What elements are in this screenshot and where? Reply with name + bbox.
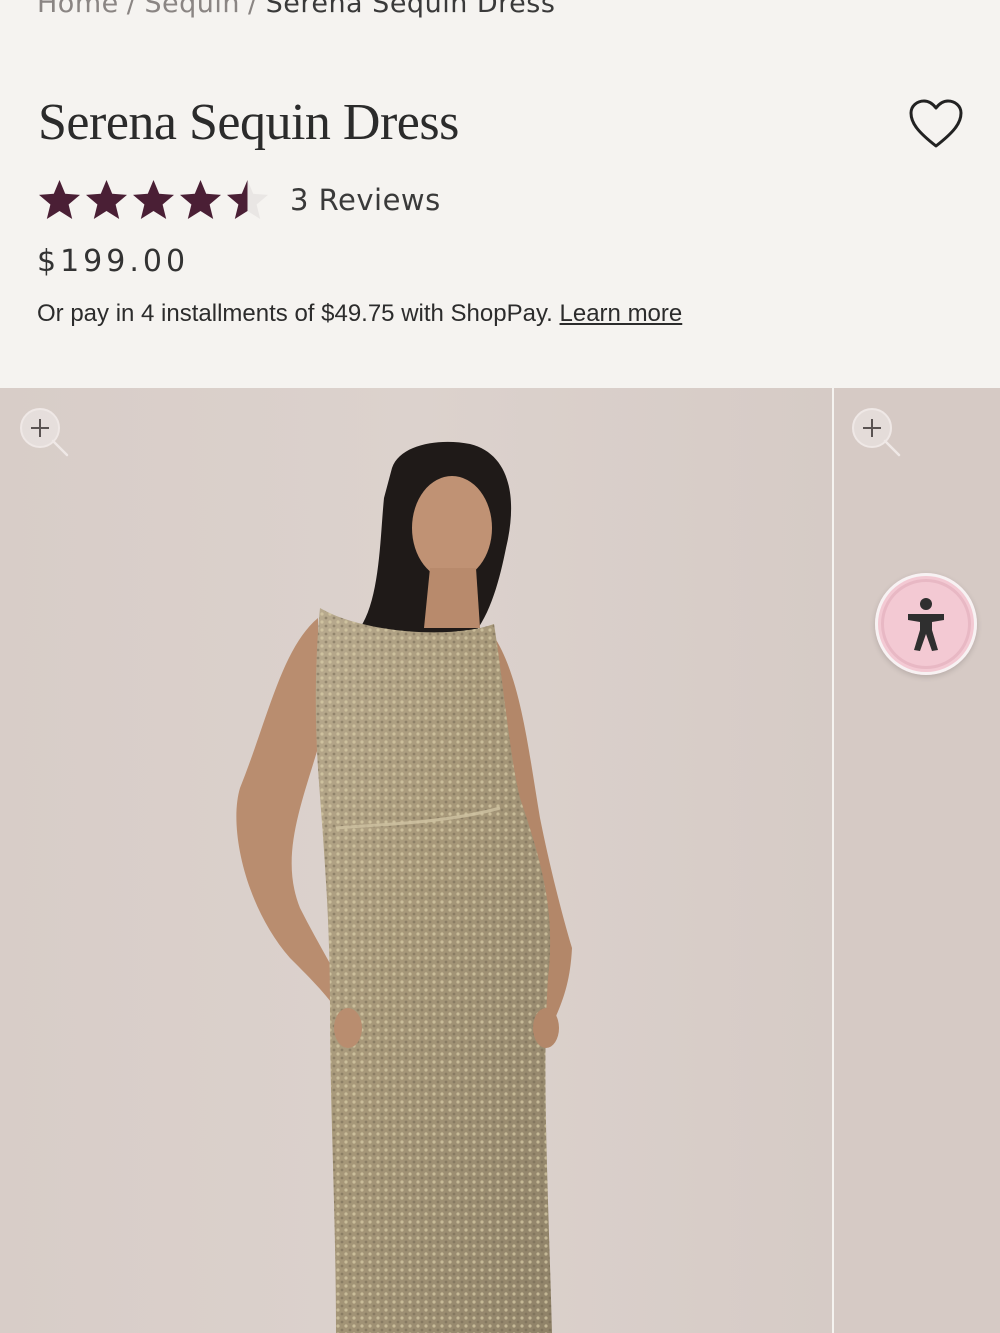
zoom-in-icon xyxy=(852,408,901,457)
star-rating xyxy=(37,178,270,223)
accessibility-button[interactable] xyxy=(875,573,977,675)
breadcrumb-category[interactable]: Sequin xyxy=(144,0,240,19)
breadcrumb-separator: / xyxy=(247,0,258,19)
breadcrumb-separator: / xyxy=(126,0,137,19)
star-filled-icon xyxy=(86,179,127,219)
product-image-next[interactable] xyxy=(834,388,1000,1333)
installments-info: Or pay in 4 installments of $49.75 with … xyxy=(37,300,682,328)
zoom-in-icon xyxy=(20,408,69,457)
model-photo xyxy=(236,441,572,1333)
breadcrumb: Home / Sequin / Serena Sequin Dress xyxy=(37,0,555,19)
zoom-button[interactable] xyxy=(850,406,902,458)
star-filled-icon xyxy=(39,179,80,219)
heart-outline-icon xyxy=(909,99,963,148)
installments-text: Or pay in 4 installments of $49.75 with … xyxy=(37,300,553,327)
accessibility-ring xyxy=(881,579,971,669)
accessibility-icon xyxy=(908,598,944,651)
zoom-button[interactable] xyxy=(18,406,70,458)
breadcrumb-home[interactable]: Home xyxy=(37,0,119,19)
reviews-link[interactable]: 3 Reviews xyxy=(290,183,441,217)
star-filled-icon xyxy=(133,179,174,219)
product-image-main[interactable] xyxy=(0,388,832,1333)
product-gallery[interactable] xyxy=(0,388,1000,1333)
wishlist-button[interactable] xyxy=(908,98,964,150)
rating: 3 Reviews xyxy=(37,176,441,224)
product-title: Serena Sequin Dress xyxy=(38,94,459,151)
breadcrumb-current: Serena Sequin Dress xyxy=(265,0,556,19)
price: $199.00 xyxy=(37,244,190,279)
learn-more-link[interactable]: Learn more xyxy=(560,300,683,327)
star-filled-icon xyxy=(180,179,221,219)
star-half-icon xyxy=(227,179,268,219)
